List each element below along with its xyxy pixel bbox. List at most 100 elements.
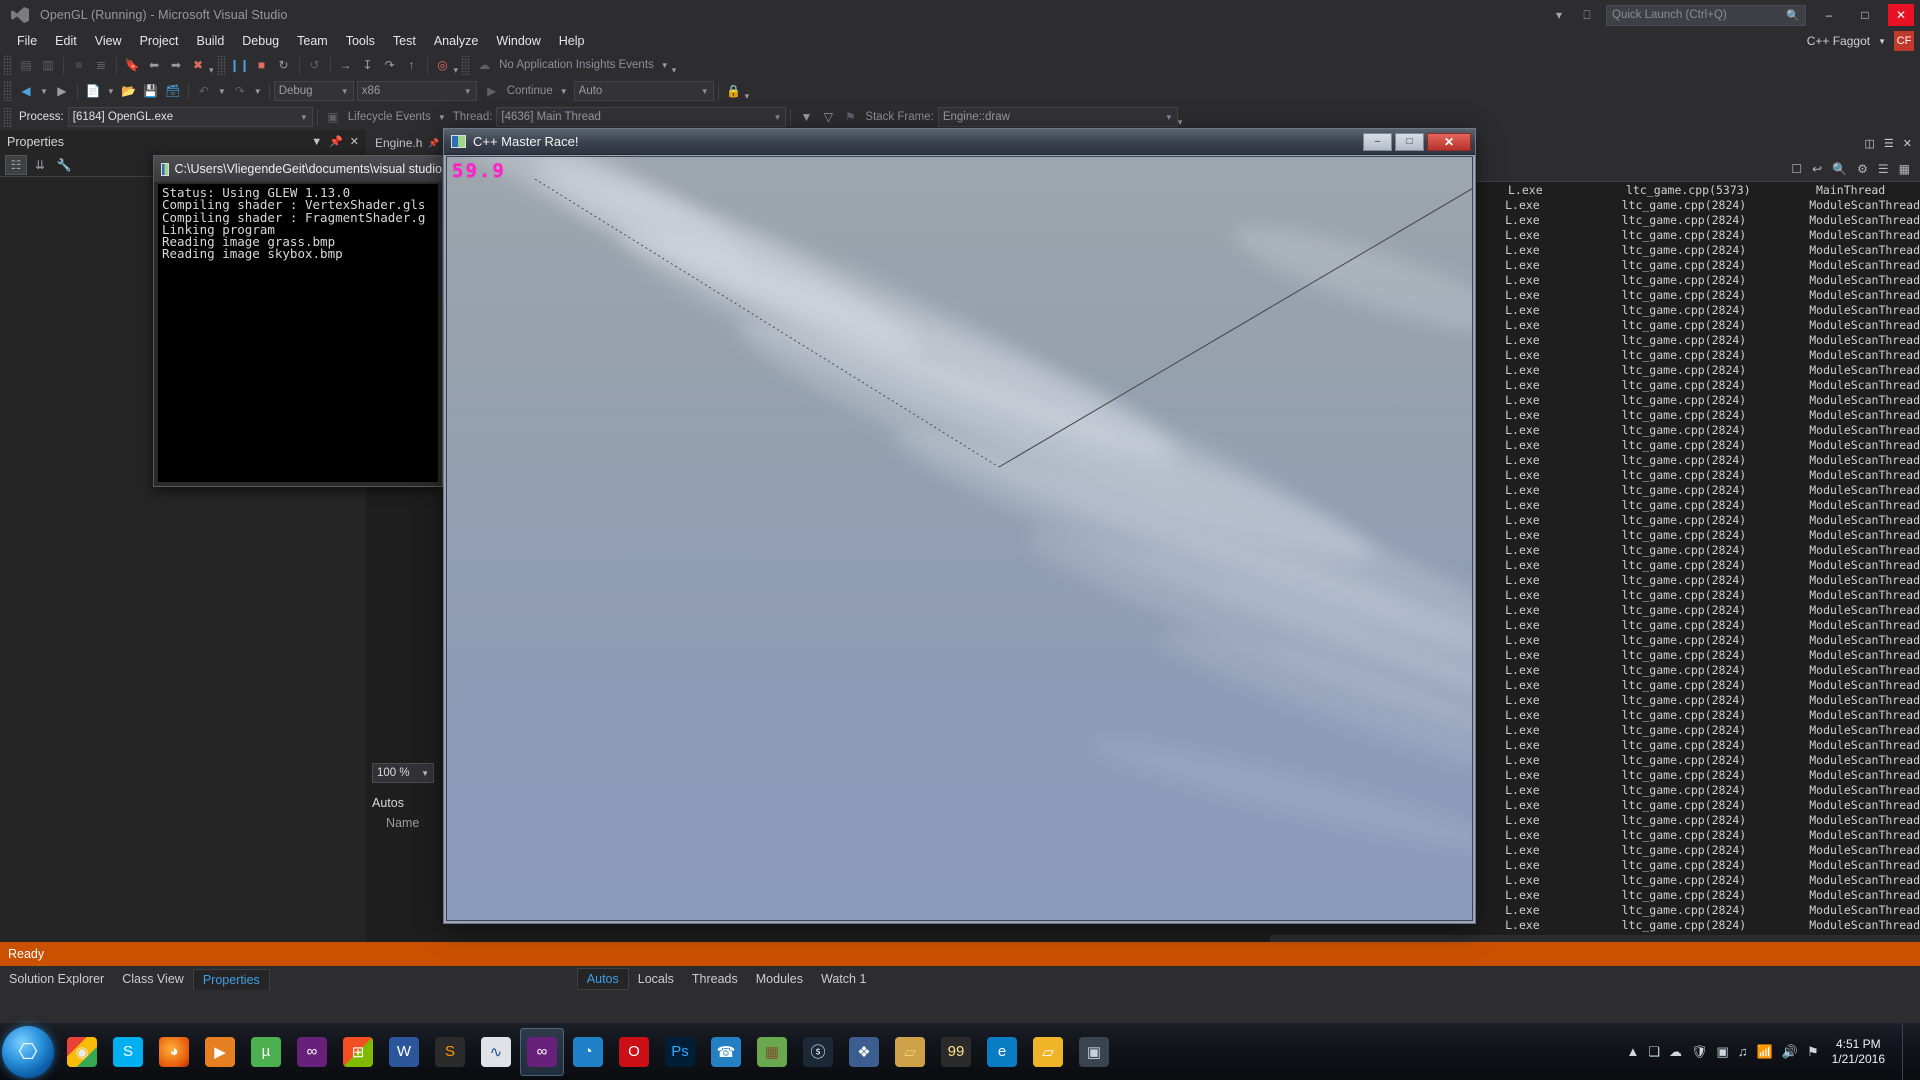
bottom-tab-solution-explorer[interactable]: Solution Explorer <box>0 969 113 989</box>
tab-list-icon[interactable]: ☰ <box>1884 137 1894 150</box>
menu-item-view[interactable]: View <box>86 32 131 50</box>
onedrive-icon[interactable]: ☁ <box>1669 1044 1682 1060</box>
show-desktop-button[interactable] <box>1902 1023 1912 1080</box>
editor-tab-engine-h[interactable]: Engine.h 📌 <box>366 130 449 156</box>
bookmark-icon[interactable]: 🔖 <box>121 54 143 76</box>
menu-item-debug[interactable]: Debug <box>233 32 288 50</box>
find-icon[interactable]: 🔍 <box>1832 162 1847 176</box>
chevron-down-icon[interactable]: ▼ <box>218 87 226 96</box>
taskbar-console-app-button[interactable]: ▣ <box>1072 1028 1116 1076</box>
bottom-tab-modules[interactable]: Modules <box>747 969 812 989</box>
split-view-icon[interactable]: ◫ <box>1865 137 1875 150</box>
menu-item-build[interactable]: Build <box>187 32 233 50</box>
maximize-button[interactable]: □ <box>1852 4 1878 26</box>
process-select[interactable]: [6184] OpenGL.exe ▼ <box>67 107 313 127</box>
undo-icon[interactable]: ↶ <box>193 80 215 102</box>
taskbar-visual-studio-active-button[interactable]: ∞ <box>520 1027 564 1076</box>
lifecycle-events-icon[interactable]: ▣ <box>322 106 344 128</box>
taskbar-photoshop-button[interactable]: Ps <box>658 1028 702 1076</box>
alphabetical-icon[interactable]: ⇊ <box>29 155 51 175</box>
save-all-icon[interactable]: 🗃 <box>162 80 184 102</box>
pin-icon[interactable]: 📌 <box>428 138 439 149</box>
step-out-icon[interactable]: ↷ <box>379 54 401 76</box>
taskbar-folder-button[interactable]: ▱ <box>1026 1028 1070 1076</box>
settings-icon[interactable]: ⚙ <box>1857 162 1868 176</box>
next-bookmark-icon[interactable]: ➡ <box>165 54 187 76</box>
toolbar-grip[interactable] <box>3 55 12 75</box>
chevron-down-icon[interactable]: ▼ <box>438 113 446 122</box>
bottom-tab-locals[interactable]: Locals <box>629 969 683 989</box>
menu-item-edit[interactable]: Edit <box>46 32 86 50</box>
pin-icon[interactable]: 📌 <box>329 135 343 148</box>
audio-icon[interactable]: ♫ <box>1738 1044 1748 1059</box>
taskbar-opera-button[interactable]: O <box>612 1028 656 1076</box>
network-icon[interactable]: 📶 <box>1757 1044 1773 1060</box>
filter-icon[interactable]: ▼ <box>795 106 817 128</box>
chevron-down-icon[interactable]: ▼ <box>300 113 308 122</box>
toolbar-overflow-icon[interactable]: ▾ <box>672 65 677 76</box>
chevron-down-icon[interactable]: ▼ <box>107 87 115 96</box>
toolbar-grip[interactable] <box>3 81 12 101</box>
filter-icon[interactable]: ☰ <box>1878 162 1889 176</box>
bottom-tab-class-view[interactable]: Class View <box>113 969 193 989</box>
chevron-down-icon[interactable]: ▼ <box>701 87 709 96</box>
indent-icon[interactable]: ≡ <box>68 54 90 76</box>
uncomment-icon[interactable]: ▥ <box>37 54 59 76</box>
menu-item-file[interactable]: File <box>8 32 46 50</box>
lifecycle-label[interactable]: Lifecycle Events <box>348 111 431 123</box>
search-icon[interactable]: 🔍 <box>1786 9 1800 22</box>
close-icon[interactable]: ✕ <box>350 135 359 148</box>
prev-bookmark-icon[interactable]: ⬅ <box>143 54 165 76</box>
auto-select[interactable]: Auto ▼ <box>573 81 714 101</box>
taskbar-explorer-button[interactable]: ▱ <box>888 1028 932 1076</box>
comment-icon[interactable]: ▤ <box>15 54 37 76</box>
back-icon[interactable]: ◀ <box>15 80 37 102</box>
step-into-icon[interactable]: ↧ <box>357 54 379 76</box>
console-title-bar[interactable]: C:\Users\VliegendeGeit\documents\visual … <box>154 156 442 182</box>
taskbar-visual-studio-button[interactable]: ∞ <box>290 1028 334 1076</box>
chevron-down-icon[interactable]: ▼ <box>774 113 782 122</box>
chevron-down-icon[interactable]: ▼ <box>311 136 322 148</box>
toolbar-grip[interactable] <box>461 55 471 75</box>
categorized-icon[interactable]: ☷ <box>5 154 27 175</box>
configuration-select[interactable]: Debug ▼ <box>273 81 354 101</box>
filter-clear-icon[interactable]: ▽ <box>817 106 839 128</box>
toolbar-grip[interactable] <box>3 107 12 127</box>
show-hidden-icon[interactable]: ▲ <box>1626 1044 1639 1059</box>
stackframe-select[interactable]: Engine::draw ▼ <box>937 107 1178 127</box>
windows-start-icon[interactable]: ⎔ <box>2 1025 54 1078</box>
close-tab-icon[interactable]: ✕ <box>1903 137 1912 150</box>
property-pages-icon[interactable]: 🔧 <box>53 155 75 175</box>
taskbar-windows-store-button[interactable]: ⊞ <box>336 1028 380 1076</box>
bottom-tab-autos[interactable]: Autos <box>576 968 629 990</box>
opengl-minimize-button[interactable]: – <box>1363 132 1392 151</box>
platform-select[interactable]: x86 ▼ <box>356 81 477 101</box>
chevron-down-icon[interactable]: ▼ <box>40 87 48 96</box>
volume-icon[interactable]: 🔊 <box>1782 1044 1798 1060</box>
taskbar-skype-button[interactable]: S <box>106 1028 150 1076</box>
taskbar-audacity-button[interactable]: ∿ <box>474 1028 518 1076</box>
bottom-tab-threads[interactable]: Threads <box>683 969 747 989</box>
menu-item-help[interactable]: Help <box>550 32 594 50</box>
toolbar-overflow-icon[interactable]: ▾ <box>454 65 459 76</box>
action-center-icon[interactable]: ⚑ <box>1807 1044 1819 1060</box>
clear-bookmarks-icon[interactable]: ✖ <box>187 54 209 76</box>
window-layout-icon[interactable]: ⎕ <box>1578 8 1596 23</box>
menu-item-window[interactable]: Window <box>487 32 549 50</box>
dropbox-icon[interactable]: ❑ <box>1648 1044 1660 1060</box>
continue-label[interactable]: Continue <box>507 85 553 97</box>
attach-icon[interactable]: 🔒 <box>723 80 745 102</box>
pause-icon[interactable]: ❙❙ <box>229 54 251 76</box>
menu-item-tools[interactable]: Tools <box>337 32 384 50</box>
chevron-down-icon[interactable]: ▼ <box>341 87 349 96</box>
opengl-render-canvas[interactable]: 59.9 <box>446 156 1473 921</box>
taskbar-steam-button[interactable]: ⓢ <box>796 1028 840 1076</box>
avatar[interactable]: CF <box>1894 31 1914 51</box>
feedback-icon[interactable]: ▾ <box>1550 8 1568 22</box>
opengl-title-bar[interactable]: C++ Master Race! – □ ✕ <box>444 129 1475 155</box>
graphics-icon[interactable]: ▣ <box>1717 1044 1729 1060</box>
taskbar-blender-button[interactable]: ◔ <box>566 1028 610 1076</box>
console-window[interactable]: C:\Users\VliegendeGeit\documents\visual … <box>153 155 443 487</box>
toolbar-overflow-icon[interactable]: ▾ <box>745 91 750 102</box>
intellitrace-icon[interactable]: ☁ <box>473 54 495 76</box>
